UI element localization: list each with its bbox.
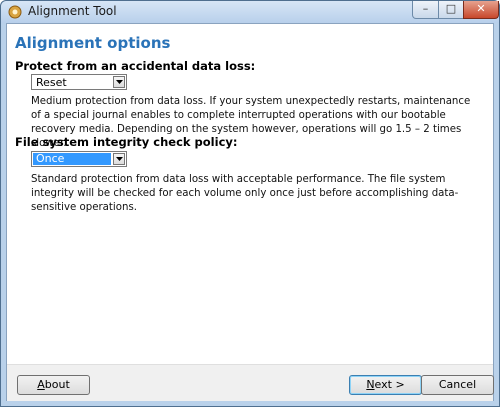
- integrity-description: Standard protection from data loss with …: [31, 174, 459, 213]
- window-title: Alignment Tool: [28, 4, 117, 18]
- next-label: ext >: [374, 378, 405, 391]
- integrity-dropdown[interactable]: Once: [31, 151, 127, 167]
- dialog-content: Alignment options Protect from an accide…: [6, 23, 494, 401]
- page-title: Alignment options: [15, 34, 171, 52]
- about-button[interactable]: About: [17, 375, 90, 395]
- next-mnemonic: N: [366, 378, 375, 391]
- protect-dropdown-value: Reset: [36, 76, 67, 89]
- button-bar: About Next > Cancel: [7, 364, 494, 401]
- chevron-down-icon[interactable]: [113, 153, 125, 165]
- integrity-dropdown-value: Once: [33, 153, 111, 165]
- cancel-button[interactable]: Cancel: [421, 375, 494, 395]
- integrity-label: File system integrity check policy:: [15, 135, 238, 149]
- protect-dropdown[interactable]: Reset: [31, 74, 127, 90]
- maximize-button[interactable]: □: [438, 1, 464, 19]
- protect-label: Protect from an accidental data loss:: [15, 59, 256, 73]
- minimize-button[interactable]: –: [412, 1, 439, 19]
- next-button[interactable]: Next >: [349, 375, 422, 395]
- chevron-down-icon[interactable]: [113, 76, 125, 88]
- title-bar[interactable]: Alignment Tool – □ ✕: [1, 1, 499, 23]
- app-window: Alignment Tool – □ ✕ Alignment options P…: [0, 0, 500, 407]
- alignment-tool-icon: [7, 4, 23, 20]
- about-label: bout: [44, 378, 70, 391]
- about-mnemonic: A: [37, 378, 45, 391]
- close-button[interactable]: ✕: [463, 1, 499, 19]
